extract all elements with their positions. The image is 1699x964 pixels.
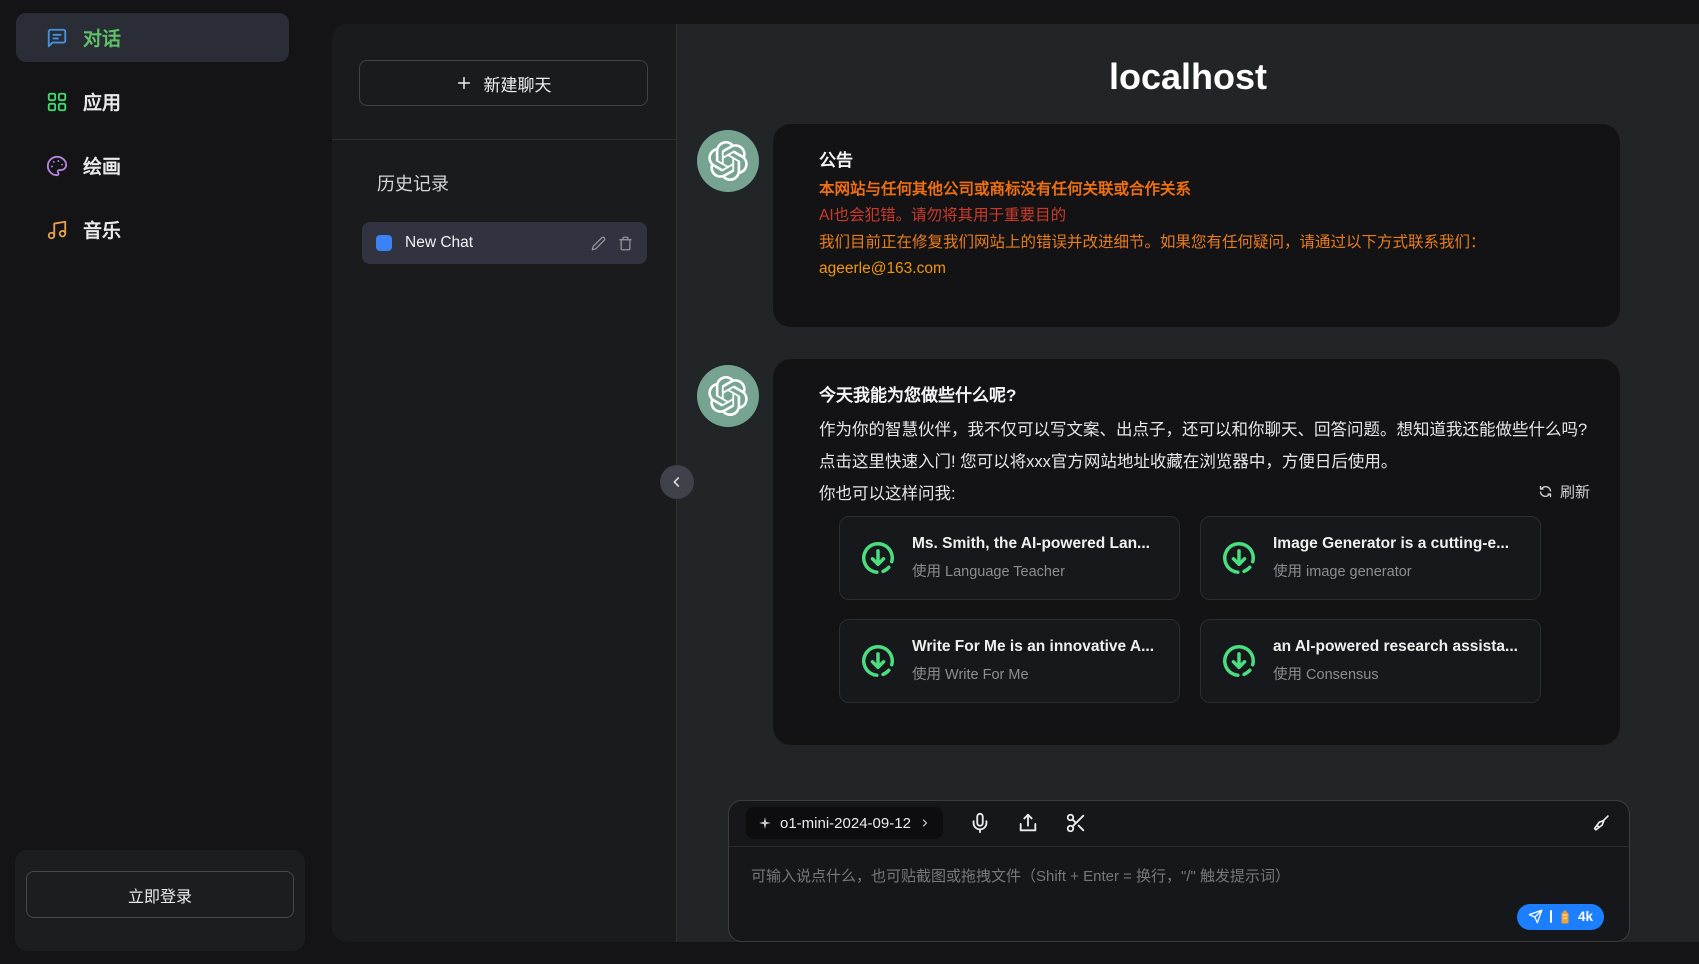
page-title: localhost	[677, 56, 1699, 98]
plus-icon	[456, 75, 472, 91]
upload-button[interactable]	[1017, 812, 1039, 834]
clear-context-button[interactable]	[1590, 812, 1612, 834]
suggestion-subtitle: 使用 image generator	[1273, 560, 1509, 581]
sidebar-item-label: 对话	[83, 24, 121, 51]
assistant-message-announcement: 公告 本网站与任何其他公司或商标没有任何关联或合作关系 AI也会犯错。请勿将其用…	[697, 124, 1620, 327]
announcement-line-warning: AI也会犯错。请勿将其用于重要目的	[819, 205, 1590, 226]
microphone-icon	[969, 812, 991, 834]
suggestion-title: Image Generator is a cutting-e...	[1273, 535, 1509, 553]
music-note-icon	[46, 219, 68, 241]
chat-list-column: 新建聊天 历史记录 New Chat	[332, 24, 677, 942]
sidebar-item-chat[interactable]: 对话	[16, 13, 289, 62]
app-window: 对话 应用 绘画	[0, 0, 1699, 964]
microphone-button[interactable]	[969, 812, 991, 834]
send-token-badge[interactable]: 4k	[1517, 904, 1604, 930]
announcement-heading: 公告	[819, 146, 1590, 171]
suggestion-card-consensus[interactable]: an AI-powered research assista... 使用 Con…	[1200, 619, 1541, 703]
suggestion-grid: Ms. Smith, the AI-powered Lan... 使用 Lang…	[839, 516, 1590, 703]
announcement-line-contact: 我们目前正在修复我们网站上的错误并改进细节。如果您有任何疑问，请通过以下方式联系…	[819, 232, 1590, 253]
chat-item-color-icon	[376, 235, 392, 251]
trash-icon[interactable]	[618, 236, 633, 251]
refresh-label: 刷新	[1560, 481, 1590, 502]
chat-item-title: New Chat	[405, 234, 578, 252]
history-title: 历史记录	[377, 170, 648, 196]
welcome-body-text: 作为你的智慧伙伴，我不仅可以写文案、出点子，还可以和你聊天、回答问题。想知道我还…	[819, 414, 1590, 478]
sidebar-item-label: 应用	[83, 88, 121, 115]
download-circle-icon	[1220, 539, 1258, 577]
chat-message-area: 公告 本网站与任何其他公司或商标没有任何关联或合作关系 AI也会犯错。请勿将其用…	[677, 98, 1699, 777]
suggestion-card-image-generator[interactable]: Image Generator is a cutting-e... 使用 ima…	[1200, 516, 1541, 600]
refresh-icon	[1538, 484, 1553, 499]
chevron-left-icon	[669, 474, 685, 490]
sidebar: 对话 应用 绘画	[0, 0, 305, 964]
login-card: 立即登录	[15, 850, 305, 951]
badge-divider	[1550, 910, 1552, 923]
chat-bubble-icon	[46, 27, 68, 49]
download-circle-icon	[859, 642, 897, 680]
openai-logo-icon	[708, 141, 748, 181]
edit-pencil-icon[interactable]	[591, 236, 606, 251]
message-input[interactable]	[729, 847, 1629, 931]
suggestion-subtitle: 使用 Write For Me	[912, 663, 1154, 684]
token-count: 4k	[1578, 909, 1593, 924]
suggestion-title: an AI-powered research assista...	[1273, 638, 1518, 656]
sidebar-item-apps[interactable]: 应用	[16, 77, 289, 126]
sidebar-item-label: 绘画	[83, 152, 121, 179]
model-selector[interactable]: o1-mini-2024-09-12	[746, 807, 943, 839]
chevron-right-icon	[919, 817, 931, 829]
suggestion-title: Write For Me is an innovative A...	[912, 638, 1154, 656]
login-button[interactable]: 立即登录	[26, 871, 294, 918]
palette-icon	[46, 155, 68, 177]
refresh-suggestions-button[interactable]: 刷新	[1538, 481, 1590, 502]
composer-panel: o1-mini-2024-09-12	[728, 800, 1630, 942]
collapse-sidebar-button[interactable]	[660, 465, 694, 499]
main-chat-column: localhost 公告 本网站与任何其他公司或商标没有任何关联或合作关系 AI…	[677, 24, 1699, 942]
sparkle-icon	[758, 816, 772, 830]
sidebar-item-label: 音乐	[83, 216, 121, 243]
suggestion-subtitle: 使用 Consensus	[1273, 663, 1518, 684]
welcome-bubble: 今天我能为您做些什么呢? 作为你的智慧伙伴，我不仅可以写文案、出点子，还可以和你…	[773, 359, 1620, 745]
send-plane-icon	[1528, 909, 1543, 924]
chat-item-actions	[591, 236, 633, 251]
grid-icon	[46, 91, 68, 113]
assistant-avatar	[697, 130, 759, 192]
suggestion-subtitle: 使用 Language Teacher	[912, 560, 1150, 581]
sidebar-item-music[interactable]: 音乐	[16, 205, 289, 254]
ask-hint-text: 你也可以这样问我:	[819, 480, 956, 504]
composer-toolbar: o1-mini-2024-09-12	[729, 801, 1629, 847]
chat-history-item[interactable]: New Chat	[362, 222, 647, 264]
scissors-icon	[1065, 812, 1087, 834]
suggestion-title: Ms. Smith, the AI-powered Lan...	[912, 535, 1150, 553]
download-circle-icon	[1220, 642, 1258, 680]
broom-icon	[1590, 812, 1612, 834]
upload-icon	[1017, 812, 1039, 834]
new-chat-button[interactable]: 新建聊天	[359, 60, 648, 106]
battery-icon	[1559, 910, 1571, 924]
scissors-button[interactable]	[1065, 812, 1087, 834]
suggestion-card-language-teacher[interactable]: Ms. Smith, the AI-powered Lan... 使用 Lang…	[839, 516, 1180, 600]
assistant-message-welcome: 今天我能为您做些什么呢? 作为你的智慧伙伴，我不仅可以写文案、出点子，还可以和你…	[697, 359, 1620, 745]
contact-email-link[interactable]: ageerle@163.com	[819, 258, 1590, 279]
suggestion-card-write-for-me[interactable]: Write For Me is an innovative A... 使用 Wr…	[839, 619, 1180, 703]
welcome-heading: 今天我能为您做些什么呢?	[819, 381, 1590, 406]
openai-logo-icon	[708, 376, 748, 416]
assistant-avatar	[697, 365, 759, 427]
new-chat-label: 新建聊天	[484, 71, 552, 96]
download-circle-icon	[859, 539, 897, 577]
announcement-line-disclaimer: 本网站与任何其他公司或商标没有任何关联或合作关系	[819, 179, 1590, 200]
content-panel: 新建聊天 历史记录 New Chat	[332, 24, 1699, 942]
chat-list-divider	[332, 139, 676, 140]
announcement-bubble: 公告 本网站与任何其他公司或商标没有任何关联或合作关系 AI也会犯错。请勿将其用…	[773, 124, 1620, 327]
sidebar-item-draw[interactable]: 绘画	[16, 141, 289, 190]
model-name: o1-mini-2024-09-12	[780, 815, 911, 832]
